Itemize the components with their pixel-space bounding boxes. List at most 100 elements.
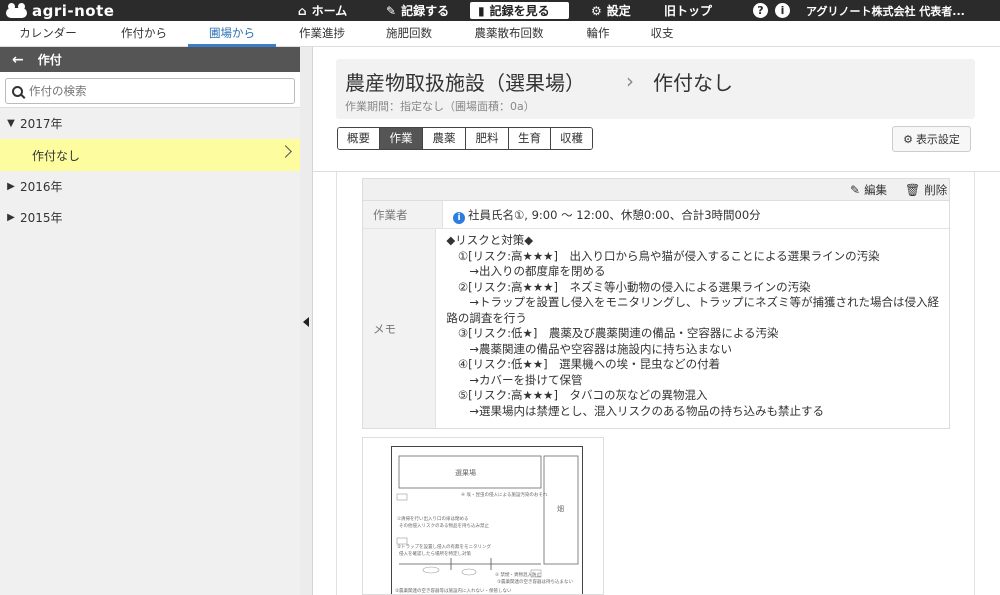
- tab-calendar[interactable]: カレンダー: [6, 21, 90, 47]
- nav-settings-label: 設定: [606, 4, 631, 18]
- sidebar-collapse-splitter[interactable]: [300, 47, 313, 595]
- sidebar-search-box[interactable]: [5, 78, 295, 104]
- tab-fertilizer-count[interactable]: 施肥回数: [370, 21, 448, 47]
- sketch-note: ④ 埃・昆虫の侵入による施設汚染のおそれ: [461, 493, 548, 498]
- caret-right-icon: ▶: [7, 181, 15, 192]
- nav-view-records[interactable]: ▮ 記録を見る: [470, 2, 569, 19]
- memo-line: →農薬関連の備品や空容器は施設内に持ち込まない: [446, 341, 732, 356]
- info-icon[interactable]: i: [775, 3, 790, 18]
- category-tab-group: 概要 作業 農薬 肥料 生育 収穫: [337, 127, 593, 150]
- sidebar-header[interactable]: ← 作付: [0, 47, 300, 72]
- edit-label: 編集: [864, 183, 888, 197]
- tree-item-label: 作付なし: [32, 148, 81, 163]
- sidebar-title: 作付: [37, 53, 62, 67]
- memo-line: ④[リスク:低★★] 選果機への埃・昆虫などの付着: [446, 357, 721, 371]
- memo-line: ⑤[リスク:高★★★] タバコの灰などの異物混入: [446, 388, 708, 402]
- tab-work-progress[interactable]: 作業進捗: [283, 21, 361, 47]
- sketch-note: 侵入を確認したら場所を特定し対策: [399, 552, 471, 557]
- top-navigation-bar: agri-note ⌂ ホーム ✎ 記録する ▮ 記録を見る ⚙ 設定 旧トップ…: [0, 0, 1000, 21]
- tab-fertilizer[interactable]: 肥料: [466, 128, 509, 149]
- gear-icon: ⚙: [903, 132, 913, 146]
- sidebar-search-area: [0, 72, 300, 108]
- nav-record-label: 記録する: [401, 4, 450, 18]
- help-icon[interactable]: ?: [753, 3, 768, 18]
- memo-line: ③[リスク:低★] 農薬及び農薬関連の備品・空容器による汚染: [446, 326, 779, 340]
- nav-home-label: ホーム: [311, 4, 348, 18]
- tab-overview[interactable]: 概要: [338, 128, 380, 149]
- tab-by-crop[interactable]: 作付から: [102, 21, 186, 47]
- display-settings-button[interactable]: ⚙ 表示設定: [892, 126, 971, 152]
- tree-year-2016[interactable]: ▶ 2016年: [0, 171, 300, 202]
- tree-year-label: 2016年: [20, 180, 63, 194]
- tree-year-label: 2015年: [20, 211, 63, 225]
- nav-home[interactable]: ⌂ ホーム: [298, 0, 347, 21]
- sidebar: ← 作付 ▼ 2017年 作付なし ▶ 2016年 ▶ 2015年: [0, 47, 300, 595]
- breadcrumb-chevron-icon: ›: [626, 69, 634, 93]
- memo-line: 路の調査を行う: [446, 310, 527, 325]
- chevron-right-icon: [279, 145, 292, 158]
- display-settings-label: 表示設定: [915, 133, 960, 146]
- tab-pesticide-count[interactable]: 農薬散布回数: [461, 21, 557, 47]
- tree-year-2015[interactable]: ▶ 2015年: [0, 202, 300, 233]
- memo-label: メモ: [363, 229, 437, 428]
- tree-year-label: 2017年: [20, 117, 63, 131]
- nav-record[interactable]: ✎ 記録する: [386, 0, 449, 21]
- back-arrow-icon[interactable]: ←: [12, 52, 24, 68]
- worker-label: 作業者: [363, 201, 443, 228]
- memo-text: ◆リスクと対策◆ ①[リスク:高★★★] 出入り口から鳥や猫が侵入することによる…: [436, 229, 949, 428]
- nav-old-top-label: 旧トップ: [664, 4, 713, 18]
- agri-note-logo[interactable]: agri-note: [6, 1, 114, 20]
- tab-pesticide[interactable]: 農薬: [423, 128, 466, 149]
- memo-row: メモ ◆リスクと対策◆ ①[リスク:高★★★] 出入り口から鳥や猫が侵入すること…: [363, 229, 949, 428]
- delete-label: 削除: [924, 183, 948, 197]
- tab-harvest[interactable]: 収穫: [551, 128, 592, 149]
- collapse-left-icon[interactable]: [303, 317, 309, 327]
- view-tab-bar: カレンダー 作付から 圃場から 作業進捗 施肥回数 農薬散布回数 輪作 収支: [0, 21, 1000, 47]
- memo-line: →選果場内は禁煙とし、混入リスクのある物品の持ち込みも禁止する: [446, 403, 824, 418]
- tree-year-2017[interactable]: ▼ 2017年: [0, 108, 300, 139]
- gear-icon: ⚙: [591, 3, 602, 18]
- trash-icon: 🗑: [905, 183, 921, 197]
- sketch-label-facility: 選果場: [455, 469, 476, 477]
- tab-crop-rotation[interactable]: 輪作: [572, 21, 624, 47]
- caret-right-icon: ▶: [7, 212, 15, 223]
- sketch-note: ②農薬関連の空き容器等は施設内に入れない・保管しない: [395, 589, 512, 594]
- company-name: アグリノート株式会社 代表者...: [806, 4, 965, 18]
- facility-sketch: 選果場 畑 ④ 埃・昆虫の侵入による施設汚染のおそれ ①清掃を行い出入り口の扉は…: [391, 446, 583, 594]
- memo-line: →トラップを設置し侵入をモニタリングし、トラップにネズミ等が捕獲された場合は侵入…: [446, 295, 939, 309]
- info-icon[interactable]: i: [453, 212, 465, 224]
- logo-text: agri-note: [32, 1, 115, 20]
- nav-old-top[interactable]: 旧トップ: [664, 0, 712, 21]
- sketch-note: ②トラップを設置し侵入の有無をモニタリング: [397, 545, 492, 550]
- tab-growth[interactable]: 生育: [509, 128, 551, 149]
- tab-by-field[interactable]: 圃場から: [188, 21, 276, 47]
- home-icon: ⌂: [298, 3, 307, 18]
- search-icon: [12, 85, 23, 97]
- memo-line: ②[リスク:高★★★] ネズミ等小動物の侵入による選果ラインの汚染: [446, 279, 811, 294]
- nav-view-records-label: 記録を見る: [489, 4, 550, 18]
- tab-work[interactable]: 作業: [380, 128, 423, 149]
- crop-search-input[interactable]: [29, 84, 279, 98]
- sketch-note: ③農薬関連の空き容器は持ち込まない: [497, 580, 574, 585]
- sketch-note: ⑤ 禁煙・異物混入防止: [495, 573, 541, 578]
- attached-image-thumbnail[interactable]: 選果場 畑 ④ 埃・昆虫の侵入による施設汚染のおそれ ①清掃を行い出入り口の扉は…: [362, 437, 604, 595]
- edit-button[interactable]: ✎ 編集: [850, 182, 887, 198]
- crop-name-title: 作付なし: [653, 71, 733, 95]
- memo-line: ①[リスク:高★★★] 出入り口から鳥や猫が侵入することによる選果ラインの汚染: [446, 248, 880, 263]
- worker-detail: 社員氏名①, 9:00 〜 12:00、休憩0:00、合計3時間00分: [468, 208, 761, 222]
- delete-button[interactable]: 🗑 削除: [905, 182, 947, 198]
- sketch-note: その他侵入リスクのある物品を持ち込み禁止: [399, 524, 489, 529]
- tree-item-no-crop[interactable]: 作付なし: [0, 139, 300, 171]
- caret-down-icon: ▼: [7, 118, 15, 129]
- memo-line: →カバーを掛けて保管: [446, 372, 583, 387]
- memo-line: ◆リスクと対策◆: [446, 233, 534, 247]
- company-account-menu[interactable]: アグリノート株式会社 代表者...: [806, 0, 965, 21]
- field-header: 農産物取扱施設（選果場） › 作付なし 作業期間：指定なし（圃場面積：0a）: [336, 59, 975, 119]
- field-name-title: 農産物取扱施設（選果場）: [345, 71, 585, 95]
- record-toolbar: ✎ 編集 🗑 削除: [363, 179, 949, 201]
- nav-settings[interactable]: ⚙ 設定: [591, 0, 631, 21]
- worker-value: i 社員氏名①, 9:00 〜 12:00、休憩0:00、合計3時間00分: [443, 201, 949, 228]
- pencil-icon: ✎: [386, 3, 397, 18]
- work-record-card: ✎ 編集 🗑 削除 作業者 i 社員氏名①, 9:00 〜 12:00、休憩0:0…: [362, 178, 950, 429]
- tab-income-expense[interactable]: 収支: [636, 21, 688, 47]
